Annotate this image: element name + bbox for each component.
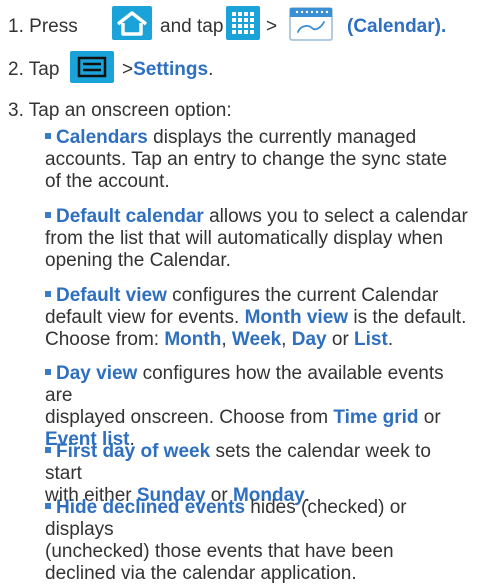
calendar-icon: [288, 4, 334, 42]
step-1: 1. Press: [8, 16, 78, 38]
step-2-text-b: >: [122, 59, 134, 80]
option-label: Calendars: [56, 127, 148, 148]
step-2-text-d: .: [208, 59, 214, 80]
option-text: .: [387, 329, 394, 350]
step-1-text-a: Press: [29, 16, 78, 37]
option-default-view: Default view configures the current Cale…: [45, 285, 470, 351]
day-label: Day: [291, 329, 327, 350]
option-calendars: Calendars displays the currently managed…: [45, 127, 470, 193]
instructions-document: 1. Press and tap > (Calendar). 2. Tap >S…: [0, 0, 482, 584]
option-text: allows you to select a calendar: [203, 206, 468, 227]
option-text: default view for events.: [45, 307, 245, 328]
option-line: Default calendar allows you to select a …: [45, 206, 470, 228]
step-2-tail: >Settings.: [122, 59, 213, 81]
option-text: displays the currently managed: [147, 127, 417, 148]
list-label: List: [354, 329, 388, 350]
step-2-number: 2.: [8, 59, 24, 80]
option-line: of the account.: [45, 171, 170, 192]
option-label: Default view: [56, 285, 167, 306]
option-line: declined via the calendar application.: [45, 563, 357, 584]
option-line: (unchecked) those events that have been: [45, 541, 394, 562]
calendar-label: (Calendar).: [347, 16, 447, 37]
option-text: displayed onscreen. Choose from: [45, 407, 334, 428]
step-2-text-a: Tap: [28, 59, 60, 80]
option-line: Choose from: Month, Week, Day or List.: [45, 329, 470, 351]
step-2: 2. Tap: [8, 59, 59, 81]
option-line: displayed onscreen. Choose from Time gri…: [45, 407, 470, 429]
option-day-view: Day view configures how the available ev…: [45, 363, 470, 451]
option-text: is the default.: [348, 307, 467, 328]
bullet-icon: [45, 446, 51, 453]
option-line: Calendars displays the currently managed: [45, 127, 470, 149]
option-hide-declined-events: Hide declined events hides (checked) or …: [45, 497, 470, 585]
option-label: Hide declined events: [56, 497, 246, 518]
option-line: Hide declined events hides (checked) or …: [45, 497, 470, 541]
step-3-number: 3.: [8, 100, 24, 121]
home-icon: [112, 6, 152, 40]
month-label: Month: [164, 329, 222, 350]
step-3: 3. Tap an onscreen option:: [8, 100, 232, 122]
option-text: ,: [221, 329, 232, 350]
option-text: or: [326, 329, 355, 350]
week-label: Week: [231, 329, 282, 350]
bullet-icon: [45, 290, 51, 297]
bullet-icon: [45, 132, 51, 139]
step-1-text-c: >: [266, 16, 278, 37]
menu-icon: [70, 51, 114, 83]
option-label: Day view: [56, 363, 138, 384]
apps-grid-icon: [226, 6, 260, 40]
option-text: Choose from:: [45, 329, 165, 350]
step-3-text: Tap an onscreen option:: [28, 100, 232, 121]
time-grid-label: Time grid: [333, 407, 419, 428]
option-text: ,: [281, 329, 292, 350]
bullet-icon: [45, 368, 51, 375]
option-line: First day of week sets the calendar week…: [45, 441, 470, 485]
option-line: Default view configures the current Cale…: [45, 285, 470, 307]
option-line: default view for events. Month view is t…: [45, 307, 470, 329]
step-1-text-d: (Calendar).: [347, 16, 446, 38]
option-line: opening the Calendar.: [45, 250, 231, 271]
option-text: configures the current Calendar: [166, 285, 439, 306]
step-1-number: 1.: [8, 16, 24, 37]
bullet-icon: [45, 502, 51, 509]
option-label: First day of week: [56, 441, 211, 462]
step-1-text-b: and tap: [160, 16, 224, 37]
option-line: from the list that will automatically di…: [45, 228, 444, 249]
option-text: or: [418, 407, 441, 428]
settings-label: Settings: [133, 59, 209, 80]
option-line: Day view configures how the available ev…: [45, 363, 470, 407]
option-line: accounts. Tap an entry to change the syn…: [45, 149, 448, 170]
option-label: Default calendar: [56, 206, 204, 227]
bullet-icon: [45, 211, 51, 218]
month-view-label: Month view: [244, 307, 349, 328]
option-default-calendar: Default calendar allows you to select a …: [45, 206, 470, 272]
